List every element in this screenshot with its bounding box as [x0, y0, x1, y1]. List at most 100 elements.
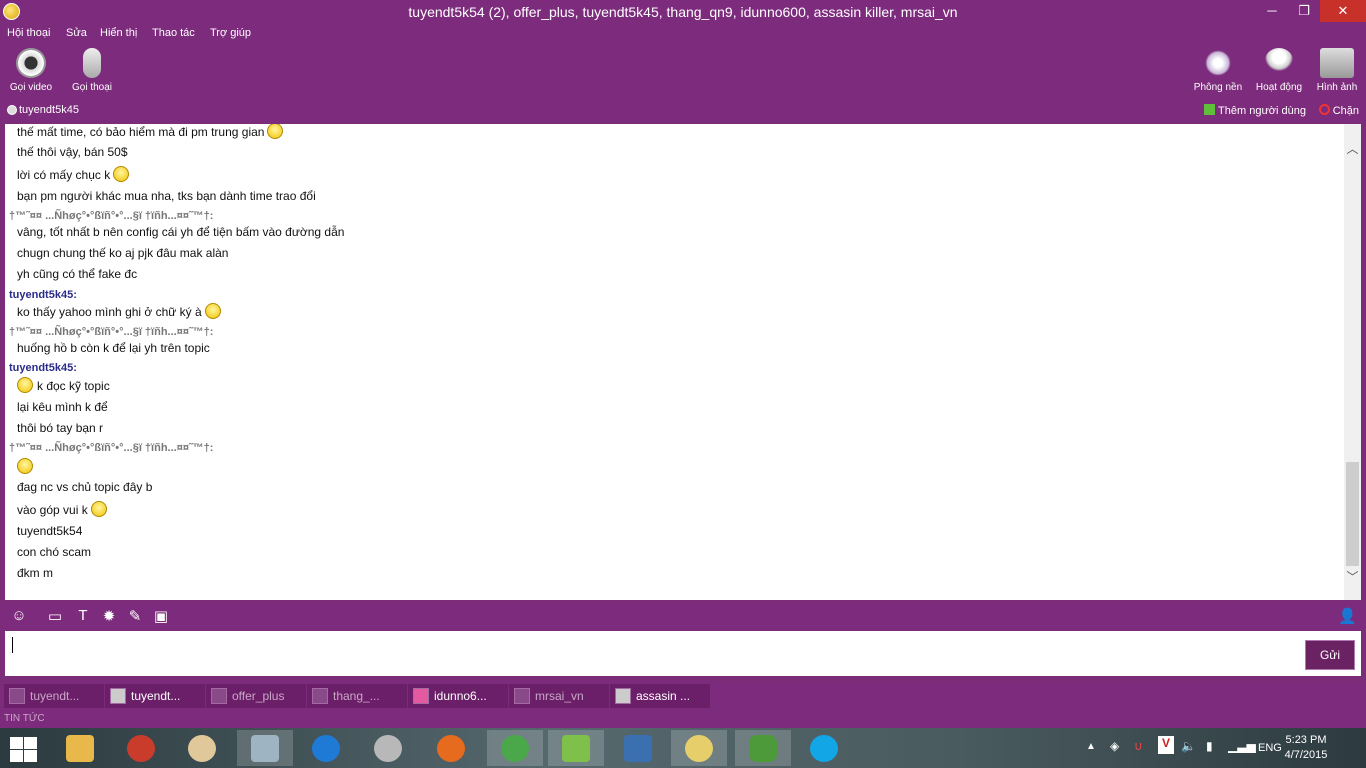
firefox-button[interactable] [423, 730, 479, 766]
message-text: lại kêu mình k để [17, 400, 108, 414]
menu-bar: Hội thoại Sửa Hiển thị Thao tác Trợ giúp [0, 24, 1366, 44]
voice-call-button[interactable]: Gọi thoại [64, 46, 120, 96]
chat-message: k đọc kỹ topic [17, 377, 110, 393]
tray-expand-icon[interactable]: ▲ [1086, 741, 1096, 752]
avatar-icon [312, 688, 328, 704]
chat-message: đag nc vs chủ topic đây b [17, 480, 152, 494]
chess-piece-icon [1264, 48, 1294, 78]
folder-icon [66, 735, 94, 762]
menu-conversation[interactable]: Hội thoại [7, 27, 50, 39]
contact-status-bar: tuyendt5k45 Thêm người dùng Chặn [0, 100, 1366, 122]
send-button[interactable]: Gửi [1305, 640, 1355, 670]
photos-icon [1320, 48, 1354, 78]
add-user-button[interactable]: Thêm người dùng [1204, 104, 1306, 117]
avatar-icon [514, 688, 530, 704]
security-tray-icon[interactable]: ◈ [1110, 739, 1119, 753]
font-icon[interactable]: T [74, 607, 92, 625]
remote-icon [624, 735, 652, 762]
photos-button[interactable]: Hình ảnh [1309, 46, 1365, 96]
microphone-icon [83, 48, 101, 78]
tab-label: idunno6... [434, 689, 487, 703]
activity-button[interactable]: Hoạt động [1251, 46, 1307, 96]
menu-view[interactable]: Hiển thị [100, 27, 137, 39]
message-text: đkm m [17, 566, 53, 580]
tab-label: tuyendt... [131, 689, 181, 703]
message-sender: tuyendt5k45: [9, 362, 77, 374]
wifi-signal-icon[interactable]: ▁▃▅ [1228, 739, 1256, 753]
scroll-thumb[interactable] [1346, 462, 1359, 566]
conversation-tab[interactable]: tuyendt... [4, 684, 104, 708]
contacts-icon[interactable]: 👤 [1338, 607, 1357, 625]
volume-icon[interactable]: 🔈 [1181, 739, 1196, 753]
smiley-emoticon-icon [267, 124, 284, 139]
smiley-emoticon-icon [204, 303, 221, 319]
chat-message [17, 458, 37, 474]
news-label: TIN TỨC [0, 710, 1366, 728]
maximize-button[interactable]: ❐ [1288, 0, 1320, 22]
conversation-tab[interactable]: offer_plus [206, 684, 306, 708]
app-ccleaner-button[interactable] [113, 730, 169, 766]
block-icon [1318, 104, 1330, 115]
format-toolbar: ☺ ▭ T ✹ ✎ ▣ 👤 [0, 602, 1366, 630]
buzz-icon[interactable]: ✹ [100, 607, 118, 625]
chat-message: vâng, tốt nhất b nên config cái yh để ti… [17, 225, 344, 239]
theme-button[interactable]: Phông nền [1190, 46, 1246, 96]
conversation-tab[interactable]: thang_... [307, 684, 407, 708]
chat-message: lại kêu mình k để [17, 400, 108, 414]
antivirus-tray-icon[interactable]: V [1158, 736, 1174, 754]
message-text: lời có mấy chục k [17, 168, 111, 182]
minimize-button[interactable]: ─ [1256, 0, 1288, 22]
file-explorer-button[interactable] [52, 730, 108, 766]
block-button[interactable]: Chặn [1318, 104, 1359, 117]
menu-edit[interactable]: Sửa [66, 27, 87, 39]
wink-icon[interactable]: ▭ [46, 607, 64, 625]
windows-logo-icon [10, 737, 23, 749]
palette-icon [188, 735, 216, 762]
menu-actions[interactable]: Thao tác [152, 27, 195, 39]
scroll-up-arrow-icon[interactable]: ︿ [1344, 140, 1361, 158]
chat-scrollbar[interactable]: ︿ ﹀ [1344, 124, 1361, 600]
chat-message: vào góp vui k [17, 501, 107, 517]
message-sender: †™˜¤¤ ...Ñhøç°•°ßïñ°•°...§ï †ïñh...¤¤˜™†… [9, 442, 214, 454]
screen-icon[interactable]: ▣ [152, 607, 170, 625]
menu-help[interactable]: Trợ giúp [210, 27, 251, 39]
chat-message: tuyendt5k54 [17, 524, 82, 538]
system-clock[interactable]: 5:23 PM 4/7/2015 [1276, 733, 1336, 763]
contact-name[interactable]: tuyendt5k45 [19, 104, 79, 116]
battery-icon[interactable]: ▮ [1206, 739, 1213, 753]
message-sender: †™˜¤¤ ...Ñhøç°•°ßïñ°•°...§ï †ïñh...¤¤˜™†… [9, 326, 214, 338]
conversation-tab[interactable]: mrsai_vn [509, 684, 609, 708]
chat-message: thế mất time, có bảo hiểm mà đi pm trung… [17, 124, 284, 139]
calculator-button[interactable] [237, 730, 293, 766]
video-call-button[interactable]: Gọi video [3, 46, 59, 96]
vpn-button[interactable] [735, 730, 791, 766]
chat-message: đkm m [17, 566, 53, 580]
attach-icon[interactable]: ✎ [126, 607, 144, 625]
smiley-icon[interactable]: ☺ [10, 607, 28, 625]
notepad-button[interactable] [548, 730, 604, 766]
magnet-tray-icon[interactable]: ∪ [1134, 739, 1143, 753]
scroll-down-arrow-icon[interactable]: ﹀ [1344, 568, 1361, 586]
conversation-tab[interactable]: assasin ... [610, 684, 710, 708]
avatar-icon [413, 688, 429, 704]
paint-button[interactable] [174, 730, 230, 766]
conversation-tab[interactable]: tuyendt... [105, 684, 205, 708]
remote-app-button[interactable] [610, 730, 666, 766]
yahoo-messenger-button[interactable] [671, 730, 727, 766]
skype-button[interactable] [796, 730, 852, 766]
teamviewer-icon [312, 735, 340, 762]
tab-label: tuyendt... [30, 689, 80, 703]
teamviewer-button[interactable] [298, 730, 354, 766]
chat-history[interactable]: thế mất time, có bảo hiểm mà đi pm trung… [5, 124, 1361, 600]
network-tool-button[interactable] [360, 730, 416, 766]
message-text: huống hồ b còn k để lại yh trên topic [17, 341, 210, 355]
coccoc-button[interactable] [487, 730, 543, 766]
message-input[interactable]: Gửi [5, 631, 1361, 676]
avatar-icon [9, 688, 25, 704]
conversation-tab[interactable]: idunno6... [408, 684, 508, 708]
close-button[interactable]: ✕ [1320, 0, 1366, 22]
tab-label: assasin ... [636, 689, 691, 703]
calculator-icon [251, 735, 279, 762]
chat-message: con chó scam [17, 545, 91, 559]
start-button[interactable] [8, 736, 38, 762]
